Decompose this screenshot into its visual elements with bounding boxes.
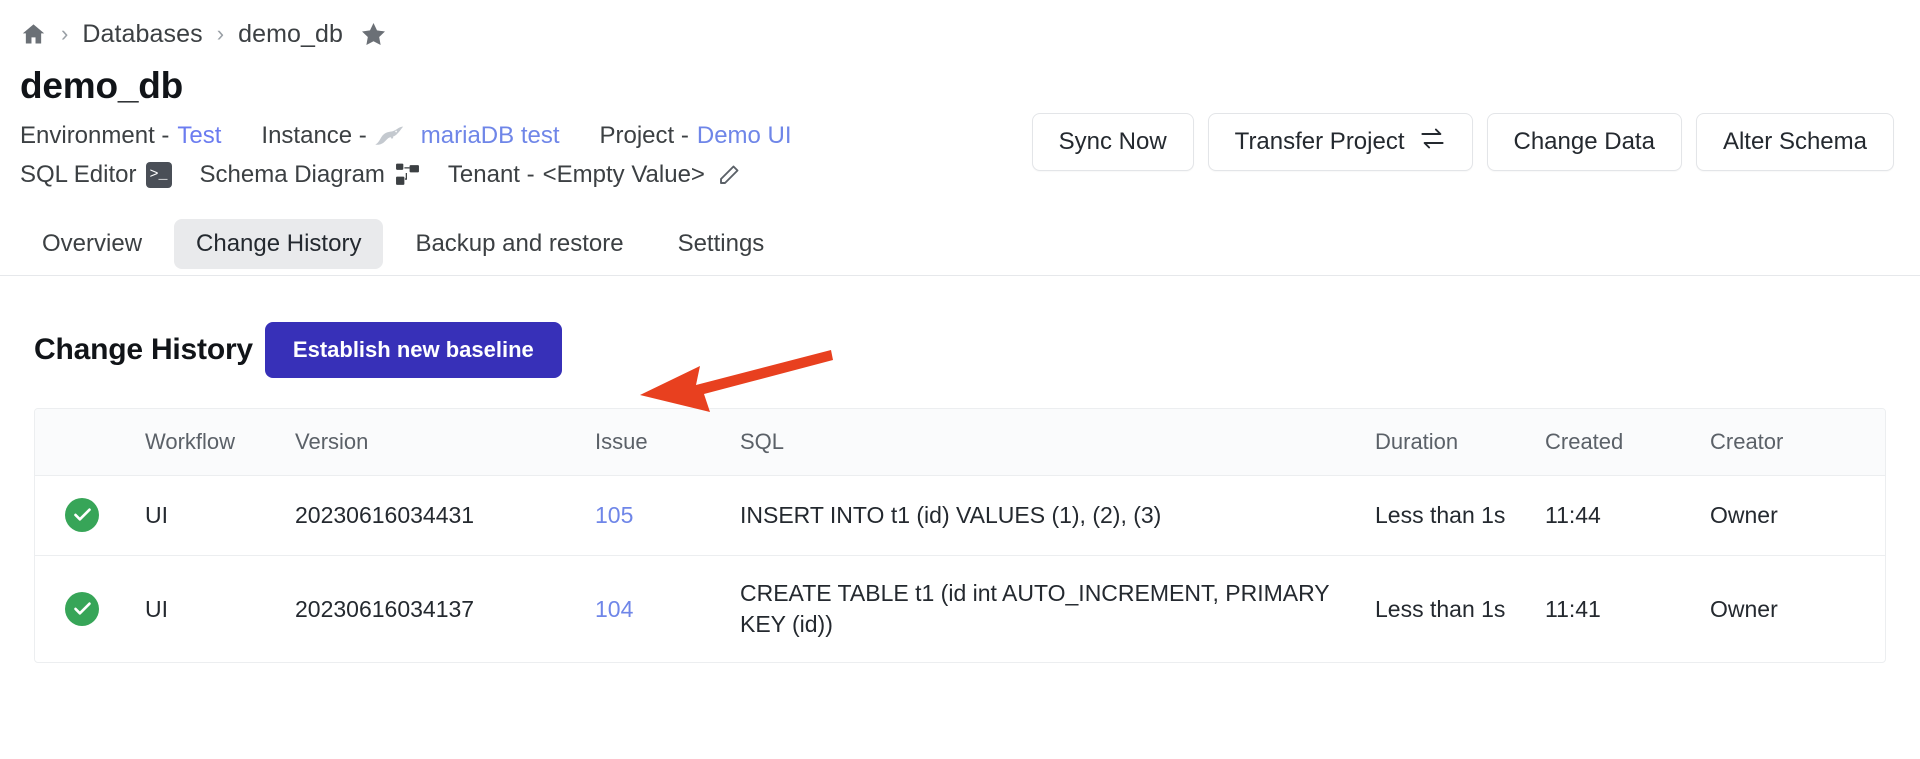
- column-duration: Duration: [1375, 408, 1545, 476]
- page-title: demo_db: [20, 65, 184, 106]
- column-creator: Creator: [1710, 408, 1885, 476]
- change-data-label: Change Data: [1513, 128, 1655, 155]
- tab-change-history[interactable]: Change History: [174, 219, 384, 270]
- column-workflow: Workflow: [145, 408, 295, 476]
- table-row[interactable]: UI 20230616034137 104 CREATE TABLE t1 (i…: [35, 556, 1885, 663]
- row-workflow: UI: [145, 595, 168, 622]
- meta-environment-value[interactable]: Test: [177, 121, 221, 151]
- section-title: Change History: [34, 332, 253, 366]
- schema-diagram-link[interactable]: Schema Diagram: [200, 160, 420, 190]
- row-version: 20230616034431: [295, 475, 595, 557]
- sql-editor-label: SQL Editor: [20, 160, 137, 188]
- meta-environment: Environment - Test: [20, 121, 221, 151]
- meta-project-label: Project -: [599, 121, 689, 149]
- row-duration: Less than 1s: [1375, 595, 1506, 622]
- breadcrumb: › Databases › demo_db: [0, 0, 1920, 48]
- row-creator: Owner: [1710, 475, 1885, 557]
- tab-backup-and-restore[interactable]: Backup and restore: [393, 219, 645, 269]
- table-header-row: Workflow Version Issue SQL Duration Crea…: [35, 408, 1885, 476]
- change-history-table: Workflow Version Issue SQL Duration Crea…: [34, 407, 1886, 664]
- sync-now-button[interactable]: Sync Now: [1031, 113, 1194, 171]
- row-status: [35, 556, 145, 663]
- pencil-icon[interactable]: [717, 163, 741, 187]
- transfer-project-button[interactable]: Transfer Project: [1207, 113, 1473, 171]
- sql-editor-link[interactable]: SQL Editor >_: [20, 160, 172, 190]
- meta-instance-label: Instance -: [261, 121, 367, 149]
- row-issue-link[interactable]: 104: [595, 596, 633, 622]
- row-created: 11:41: [1545, 595, 1601, 622]
- row-issue-link[interactable]: 105: [595, 502, 633, 528]
- diagram-icon[interactable]: [395, 162, 420, 187]
- row-workflow: UI: [145, 475, 295, 557]
- check-circle-icon: [65, 591, 99, 626]
- row-sql: CREATE TABLE t1 (id int AUTO_INCREMENT, …: [740, 580, 1330, 638]
- meta-environment-label: Environment -: [20, 121, 170, 149]
- mariadb-seal-icon: [375, 123, 405, 149]
- column-version: Version: [295, 408, 595, 476]
- table-row[interactable]: UI 20230616034431 105 INSERT INTO t1 (id…: [35, 475, 1885, 557]
- row-version: 20230616034137: [295, 595, 475, 622]
- meta-project-value[interactable]: Demo UI: [697, 121, 792, 151]
- meta-project: Project - Demo UI: [600, 121, 792, 151]
- row-status: [35, 475, 145, 557]
- header-actions: Sync Now Transfer Project Change Data Al…: [1031, 113, 1894, 171]
- breadcrumb-item-demo-db[interactable]: demo_db: [238, 20, 343, 49]
- establish-new-baseline-button[interactable]: Establish new baseline: [264, 321, 562, 378]
- column-issue: Issue: [595, 408, 740, 476]
- sync-now-label: Sync Now: [1058, 128, 1167, 155]
- breadcrumb-separator-2: ›: [216, 21, 225, 46]
- column-sql: SQL: [740, 408, 1375, 476]
- tenant-value: <Empty Value>: [542, 160, 705, 188]
- star-icon[interactable]: [359, 20, 388, 49]
- terminal-icon[interactable]: >_: [145, 161, 172, 188]
- tab-bar: Overview Change History Backup and resto…: [0, 214, 1920, 276]
- tenant-field: Tenant - <Empty Value>: [448, 160, 741, 190]
- breadcrumb-separator-1: ›: [61, 21, 69, 46]
- column-created: Created: [1545, 408, 1710, 476]
- column-status: [35, 408, 145, 476]
- transfer-project-label: Transfer Project: [1234, 128, 1405, 155]
- alter-schema-button[interactable]: Alter Schema: [1695, 113, 1894, 171]
- row-creator: Owner: [1710, 595, 1778, 622]
- check-circle-icon: [65, 497, 99, 532]
- row-sql: INSERT INTO t1 (id) VALUES (1), (2), (3): [740, 475, 1375, 557]
- row-created: 11:44: [1545, 475, 1710, 557]
- home-icon[interactable]: [20, 21, 47, 48]
- tab-overview[interactable]: Overview: [20, 219, 164, 269]
- meta-instance-value[interactable]: mariaDB test: [421, 121, 560, 151]
- meta-instance: Instance - mariaDB test: [261, 121, 559, 151]
- tab-settings[interactable]: Settings: [656, 219, 787, 269]
- page-root: › Databases › demo_db demo_db Environmen…: [0, 0, 1920, 759]
- section-header: Change History Establish new baseline: [0, 276, 1920, 378]
- change-data-button[interactable]: Change Data: [1486, 113, 1682, 171]
- tenant-label: Tenant -: [447, 160, 535, 188]
- alter-schema-label: Alter Schema: [1722, 128, 1867, 155]
- transfer-arrows-icon: [1419, 125, 1446, 159]
- breadcrumb-item-databases[interactable]: Databases: [82, 20, 202, 49]
- schema-diagram-label: Schema Diagram: [199, 160, 385, 188]
- row-duration: Less than 1s: [1375, 475, 1545, 557]
